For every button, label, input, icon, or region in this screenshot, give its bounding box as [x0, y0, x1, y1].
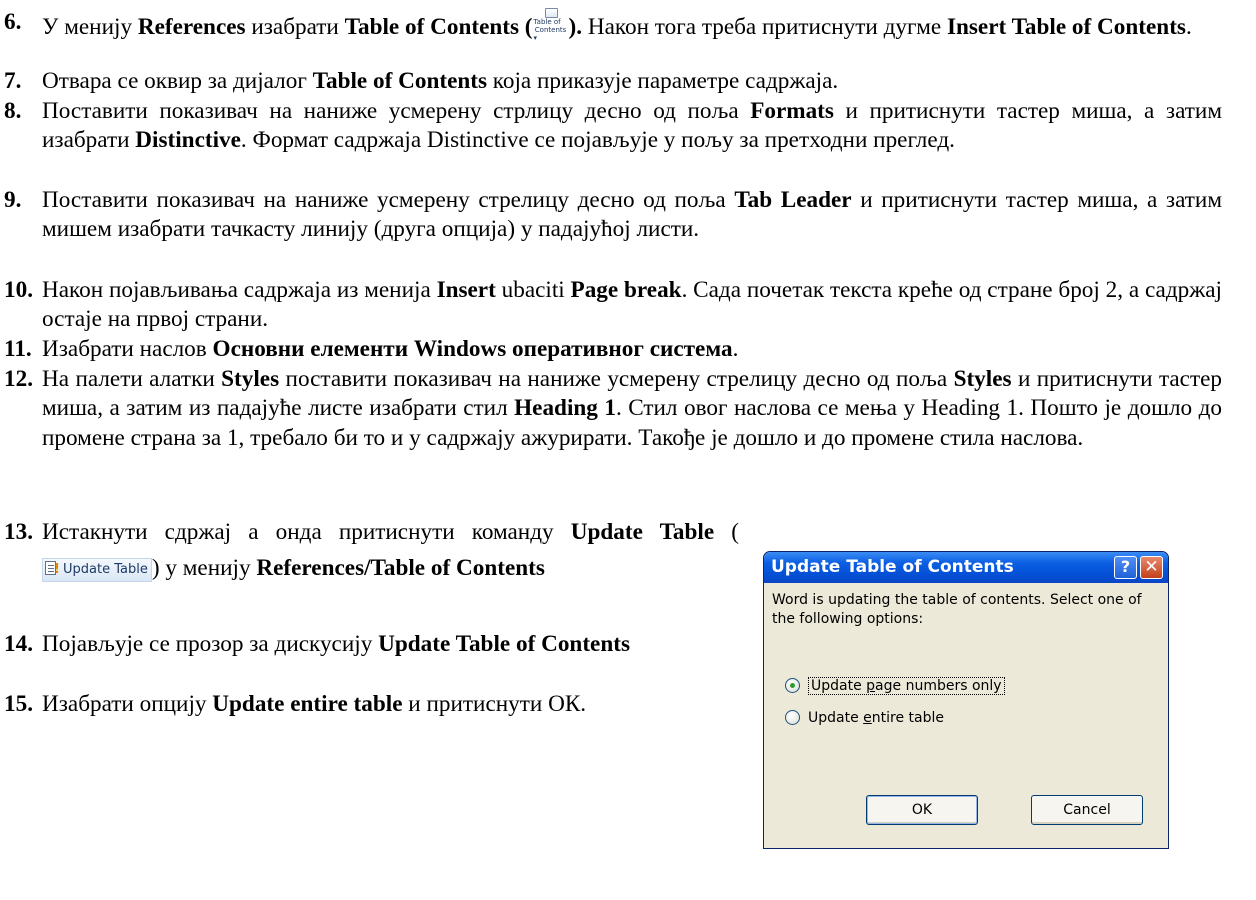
list-item: 8. Поставити показивач на наниже усмерен…: [4, 98, 1222, 154]
option-update-entire-table[interactable]: Update entire table: [785, 709, 944, 727]
help-icon[interactable]: ?: [1114, 556, 1137, 579]
table-of-contents-icon: Table of Contents ▾: [534, 8, 568, 42]
list-item: 9. Поставити показивач на наниже усмерен…: [4, 187, 1222, 243]
list-item: 12. На палети алатки Styles поставити по…: [4, 366, 1222, 451]
list-item: 11. Изабрати наслов Основни елементи Win…: [4, 336, 739, 362]
dialog-title: Update Table of Contents: [771, 557, 1014, 577]
update-table-button[interactable]: ! Update Table: [42, 558, 152, 582]
list-item: 13. Истакнути сдржај а онда притиснути к…: [4, 519, 739, 582]
radio-selected-icon[interactable]: [785, 678, 800, 693]
list-item: 15. Изабрати опцију Update entire table …: [4, 691, 587, 717]
cancel-button[interactable]: Cancel: [1031, 795, 1143, 825]
update-table-icon: !: [45, 561, 60, 577]
list-item: 14. Појављује се прозор за дискусију Upd…: [4, 631, 630, 657]
radio-unselected-icon[interactable]: [785, 710, 800, 725]
list-item: 7. Отвара се оквир за дијалог Table of C…: [4, 68, 839, 94]
dialog-message: Word is updating the table of contents. …: [772, 592, 1142, 627]
list-item: 10. Након појављивања садржаја из менија…: [4, 277, 1222, 333]
update-toc-dialog: Update Table of Contents ? ✕ Word is upd…: [763, 551, 1169, 849]
close-icon[interactable]: ✕: [1140, 556, 1163, 579]
dialog-title-bar: Update Table of Contents ? ✕: [764, 552, 1168, 583]
list-item: 6. У менију References изабрати Table of…: [4, 8, 1192, 42]
option-update-page-numbers[interactable]: Update page numbers only: [785, 677, 1005, 695]
ok-button[interactable]: OK: [866, 795, 978, 825]
